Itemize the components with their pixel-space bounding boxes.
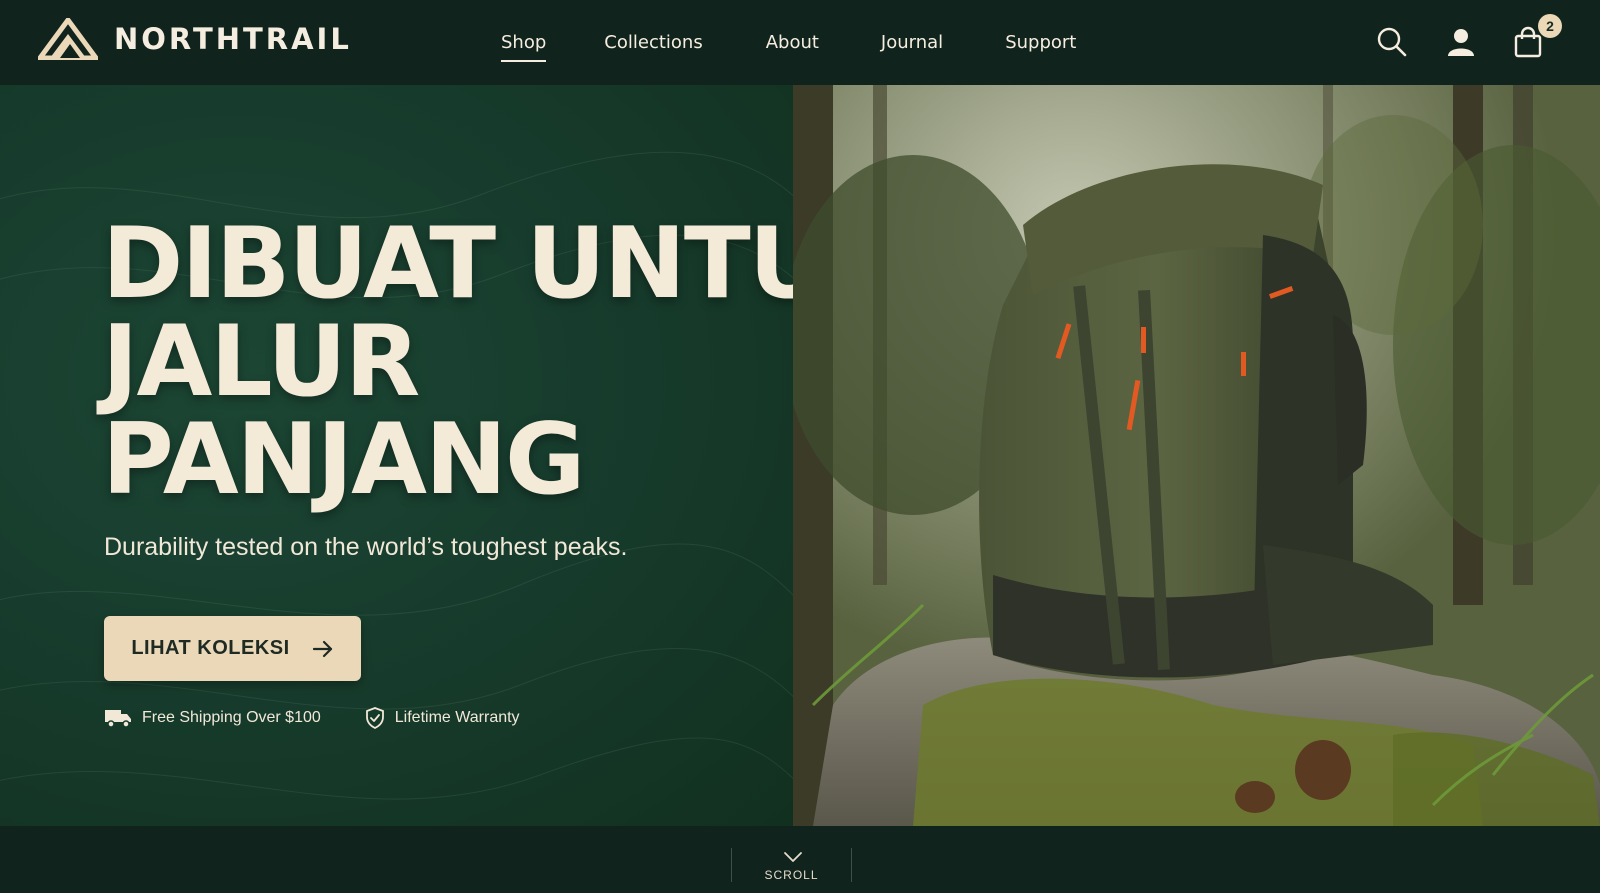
truck-icon	[105, 710, 131, 728]
headline-line-3: PANJANG	[102, 403, 585, 517]
backpack-forest-photo	[793, 85, 1600, 826]
hero-subtitle: Durability tested on the world’s toughes…	[104, 533, 628, 561]
search-icon[interactable]	[1376, 26, 1408, 58]
cta-label: LIHAT KOLEKSI	[131, 637, 290, 659]
user-icon[interactable]	[1445, 26, 1477, 58]
perk-label: Lifetime Warranty	[394, 709, 520, 726]
hero-text-panel: DIBUAT UNTUK JALUR PANJANG Durability te…	[0, 85, 793, 826]
scroll-indicator[interactable]: SCROLL	[731, 848, 852, 882]
nav-item-about[interactable]: About	[766, 32, 819, 53]
cart-count-badge: 2	[1538, 14, 1562, 38]
scroll-label: SCROLL	[764, 868, 819, 882]
perk-lifetime-warranty: Lifetime Warranty	[365, 707, 520, 729]
perks-row: Free Shipping Over $100 Lifetime Warrant…	[104, 707, 520, 729]
perk-label: Free Shipping Over $100	[142, 709, 321, 726]
main-nav: Shop Collections About Journal Support	[501, 0, 1076, 85]
view-collection-button[interactable]: LIHAT KOLEKSI	[104, 616, 361, 681]
nav-item-collections[interactable]: Collections	[604, 32, 702, 53]
perk-free-shipping: Free Shipping Over $100	[104, 708, 321, 728]
brand-name: NORTHTRAIL	[114, 22, 352, 56]
site-header: NORTHTRAIL Shop Collections About Journa…	[0, 0, 1600, 85]
brand-logo[interactable]: NORTHTRAIL	[38, 18, 352, 60]
nav-item-support[interactable]: Support	[1005, 32, 1076, 53]
nav-item-journal[interactable]: Journal	[881, 32, 943, 53]
headline-line-2: JALUR	[102, 305, 420, 419]
bottom-bar: SCROLL	[0, 826, 1600, 893]
nav-item-shop[interactable]: Shop	[501, 32, 547, 62]
headline-line-1: DIBUAT UNTUK	[102, 207, 793, 321]
hero-headline: DIBUAT UNTUK JALUR PANJANG	[102, 215, 793, 509]
mountain-logo-icon	[38, 18, 98, 60]
shield-check-icon	[365, 707, 384, 729]
chevron-down-icon	[784, 852, 802, 862]
arrow-right-icon	[312, 640, 332, 657]
hero-image	[793, 85, 1600, 826]
